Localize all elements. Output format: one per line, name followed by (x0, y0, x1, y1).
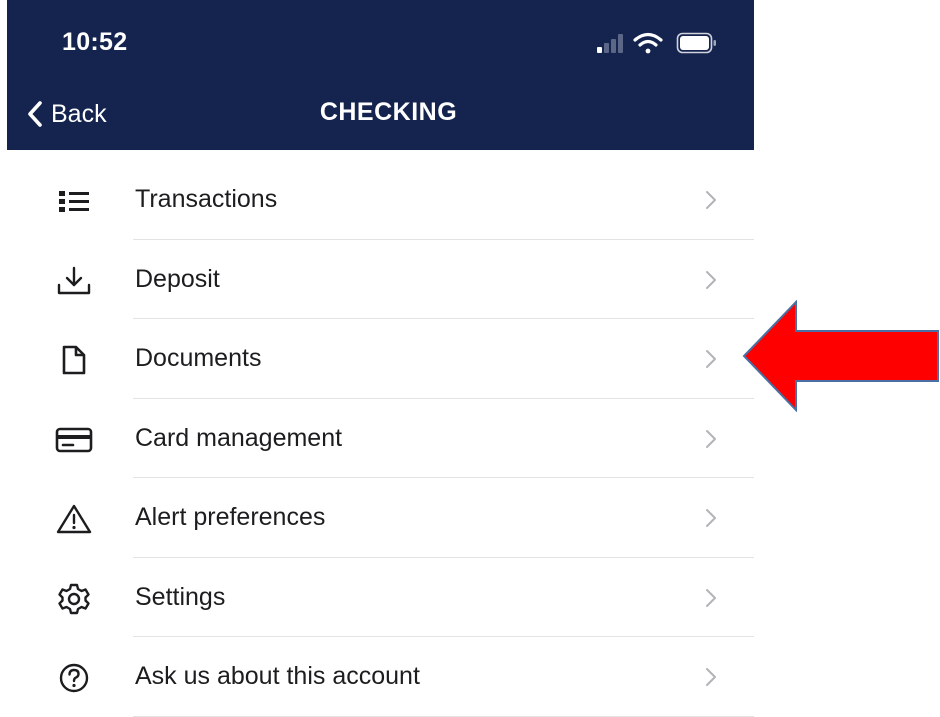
help-circle-icon (55, 659, 93, 697)
menu-item-label: Alert preferences (135, 503, 326, 531)
chevron-right-icon (706, 350, 716, 368)
download-icon (55, 262, 93, 300)
menu-item-settings[interactable]: Settings (7, 558, 754, 637)
menu-item-card-management[interactable]: Card management (7, 399, 754, 478)
gear-icon (55, 580, 93, 618)
page-title: CHECKING (7, 98, 754, 127)
menu-item-transactions[interactable]: Transactions (7, 160, 754, 240)
battery-icon (676, 32, 716, 54)
menu-item-ask-us[interactable]: Ask us about this account (7, 637, 754, 717)
menu-item-documents[interactable]: Documents (7, 319, 754, 399)
wifi-icon (633, 32, 663, 54)
menu-item-deposit[interactable]: Deposit (7, 240, 754, 319)
status-icons (597, 32, 716, 54)
menu-item-label: Documents (135, 344, 262, 372)
chevron-right-icon (706, 191, 716, 209)
annotation-arrow-icon (742, 300, 939, 412)
menu-item-label: Ask us about this account (135, 662, 420, 690)
menu-item-label: Card management (135, 423, 343, 452)
phone-screen: 10:52 Back CHECKING Transactions Deposit… (7, 0, 754, 717)
menu-item-alert-preferences[interactable]: Alert preferences (7, 478, 754, 558)
status-time: 10:52 (62, 28, 128, 56)
chevron-right-icon (706, 588, 716, 607)
chevron-right-icon (706, 429, 716, 448)
chevron-right-icon (706, 270, 716, 289)
list-icon (55, 182, 93, 220)
menu-item-label: Deposit (135, 264, 220, 293)
account-menu: Transactions Deposit Documents Card mana… (7, 160, 754, 717)
menu-item-label: Settings (135, 582, 226, 611)
app-header: 10:52 Back CHECKING (7, 0, 754, 150)
signal-icon (597, 34, 623, 53)
page-title-text: CHECKING (319, 98, 458, 126)
chevron-right-icon (706, 668, 716, 686)
document-icon (55, 341, 93, 379)
credit-card-icon (55, 421, 93, 459)
warning-icon (55, 500, 93, 538)
menu-item-label: Transactions (135, 185, 278, 213)
chevron-right-icon (706, 509, 716, 527)
